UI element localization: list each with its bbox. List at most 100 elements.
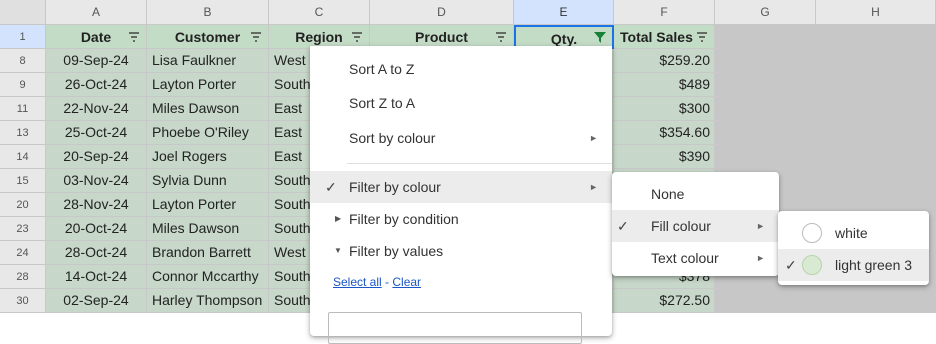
cell-date[interactable]: 09-Sep-24 — [46, 49, 147, 73]
cell-date[interactable]: 22-Nov-24 — [46, 97, 147, 121]
cell-total-sales[interactable]: $489 — [614, 73, 715, 97]
checkmark-icon: ✓ — [785, 257, 797, 273]
fill-white-item[interactable]: white — [778, 217, 929, 249]
row-header[interactable]: 11 — [0, 97, 46, 121]
column-header-d[interactable]: D — [370, 0, 514, 25]
row-header[interactable]: 15 — [0, 169, 46, 193]
cell-date[interactable]: 26-Oct-24 — [46, 73, 147, 97]
cell-customer[interactable]: Joel Rogers — [147, 145, 269, 169]
cell-date[interactable]: 14-Oct-24 — [46, 265, 147, 289]
header-cell-date[interactable]: Date — [46, 25, 147, 49]
column-header-e[interactable]: E — [514, 0, 614, 25]
cell-customer[interactable]: Miles Dawson — [147, 97, 269, 121]
row-header[interactable]: 24 — [0, 241, 46, 265]
menu-item-label: Filter by condition — [349, 211, 459, 227]
row-header[interactable]: 13 — [0, 121, 46, 145]
filter-by-colour-item[interactable]: ✓ Filter by colour ► — [310, 171, 612, 203]
cell-customer[interactable]: Lisa Faulkner — [147, 49, 269, 73]
cell[interactable] — [816, 169, 936, 193]
cell[interactable] — [715, 145, 816, 169]
sort-a-to-z-item[interactable]: Sort A to Z — [310, 53, 612, 85]
colour-none-item[interactable]: None — [612, 178, 779, 210]
cell-customer[interactable]: Brandon Barrett — [147, 241, 269, 265]
filter-by-condition-item[interactable]: ▶ Filter by condition — [310, 203, 612, 235]
select-all-corner[interactable] — [0, 0, 46, 25]
column-header-c[interactable]: C — [269, 0, 370, 25]
cell[interactable] — [816, 49, 936, 73]
menu-item-label: light green 3 — [835, 257, 913, 273]
cell-customer[interactable]: Miles Dawson — [147, 217, 269, 241]
header-cell-total-sales[interactable]: Total Sales — [614, 25, 715, 49]
filter-icon[interactable] — [128, 31, 140, 43]
cell-date[interactable]: 02-Sep-24 — [46, 289, 147, 313]
cell-customer[interactable]: Layton Porter — [147, 193, 269, 217]
fill-colour-item[interactable]: ✓ Fill colour ► — [612, 210, 779, 242]
cell[interactable] — [715, 49, 816, 73]
menu-separator — [347, 163, 612, 164]
cell-total-sales[interactable]: $259.20 — [614, 49, 715, 73]
cell-date[interactable]: 28-Nov-24 — [46, 193, 147, 217]
select-all-link[interactable]: Select all — [333, 275, 382, 289]
cell-total-sales[interactable]: $300 — [614, 97, 715, 121]
cell[interactable] — [816, 121, 936, 145]
cell-date[interactable]: 25-Oct-24 — [46, 121, 147, 145]
cell-customer[interactable]: Connor Mccarthy — [147, 265, 269, 289]
cell-customer[interactable]: Sylvia Dunn — [147, 169, 269, 193]
sort-by-colour-item[interactable]: Sort by colour ► — [310, 122, 612, 154]
header-cell-customer[interactable]: Customer — [147, 25, 269, 49]
cell-date[interactable]: 20-Sep-24 — [46, 145, 147, 169]
cell-total-sales[interactable]: $390 — [614, 145, 715, 169]
menu-item-label: Filter by colour — [349, 179, 441, 195]
row-header[interactable]: 14 — [0, 145, 46, 169]
cell[interactable] — [715, 121, 816, 145]
cell-total-sales[interactable]: $272.50 — [614, 289, 715, 313]
column-header-b[interactable]: B — [147, 0, 269, 25]
filter-icon[interactable] — [495, 31, 507, 43]
cell-date[interactable]: 20-Oct-24 — [46, 217, 147, 241]
cell[interactable] — [715, 73, 816, 97]
filter-icon[interactable] — [696, 31, 708, 43]
cell-customer[interactable]: Phoebe O'Riley — [147, 121, 269, 145]
filter-icon[interactable] — [250, 31, 262, 43]
cell[interactable] — [816, 25, 936, 49]
filter-by-values-item[interactable]: ▼ Filter by values — [310, 235, 612, 267]
cell-total-sales[interactable]: $354.60 — [614, 121, 715, 145]
active-filter-icon[interactable] — [594, 31, 606, 43]
row-header[interactable]: 23 — [0, 217, 46, 241]
white-swatch-icon — [802, 223, 822, 243]
header-label: Region — [295, 29, 343, 45]
column-header-f[interactable]: F — [614, 0, 715, 25]
cell-date[interactable]: 03-Nov-24 — [46, 169, 147, 193]
filter-icon[interactable] — [351, 31, 363, 43]
row-header[interactable]: 20 — [0, 193, 46, 217]
text-colour-item[interactable]: Text colour ► — [612, 242, 779, 274]
submenu-arrow-icon: ► — [589, 133, 598, 143]
cell[interactable] — [816, 73, 936, 97]
sort-z-to-a-item[interactable]: Sort Z to A — [310, 87, 612, 119]
collapse-caret-icon: ▼ — [334, 246, 342, 255]
column-header-a[interactable]: A — [46, 0, 147, 25]
cell[interactable] — [715, 289, 816, 313]
menu-item-label: Sort A to Z — [349, 61, 415, 77]
menu-item-label: Sort by colour — [349, 130, 436, 146]
cell[interactable] — [816, 289, 936, 313]
cell[interactable] — [715, 97, 816, 121]
cell[interactable] — [715, 25, 816, 49]
row-header[interactable]: 8 — [0, 49, 46, 73]
submenu-arrow-icon: ► — [756, 253, 765, 263]
row-header[interactable]: 28 — [0, 265, 46, 289]
row-header[interactable]: 1 — [0, 25, 46, 49]
column-header-g[interactable]: G — [715, 0, 816, 25]
fill-light-green-item[interactable]: ✓ light green 3 — [778, 249, 929, 281]
cell-customer[interactable]: Harley Thompson — [147, 289, 269, 313]
column-header-h[interactable]: H — [816, 0, 936, 25]
cell[interactable] — [816, 145, 936, 169]
cell[interactable] — [816, 97, 936, 121]
cell-date[interactable]: 28-Oct-24 — [46, 241, 147, 265]
row-header[interactable]: 9 — [0, 73, 46, 97]
fill-colour-submenu: white ✓ light green 3 — [778, 211, 929, 285]
row-header[interactable]: 30 — [0, 289, 46, 313]
cell-customer[interactable]: Layton Porter — [147, 73, 269, 97]
clear-link[interactable]: Clear — [392, 275, 421, 289]
submenu-arrow-icon: ► — [589, 182, 598, 192]
